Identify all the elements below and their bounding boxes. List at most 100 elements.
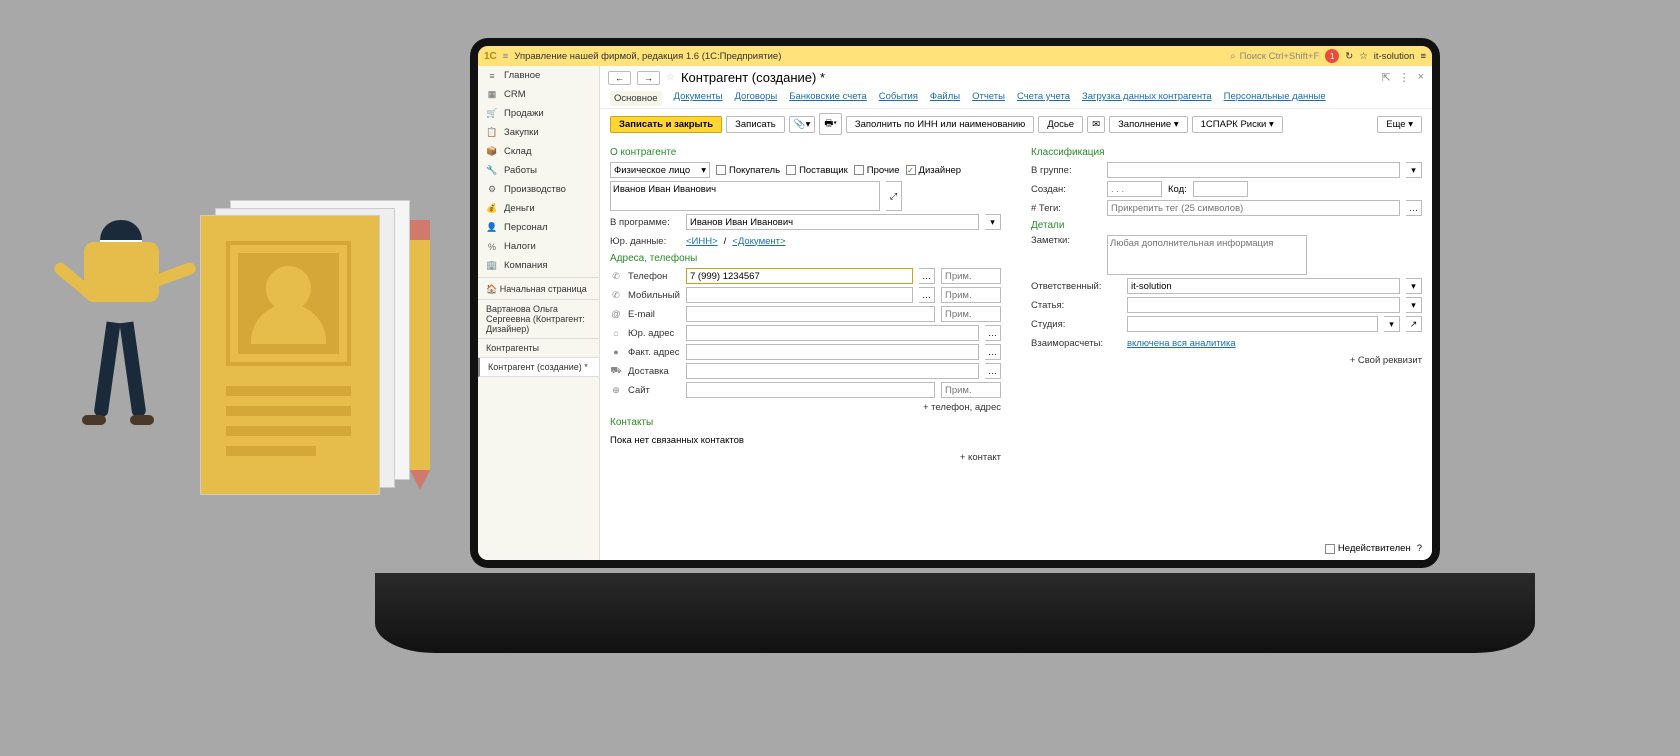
sidebar-item-purchases[interactable]: 📋Закупки [478, 123, 599, 142]
sidebar-item-personnel[interactable]: 👤Персонал [478, 218, 599, 237]
sidebar-item-warehouse[interactable]: 📦Склад [478, 142, 599, 161]
supplier-checkbox[interactable]: Поставщик [786, 165, 848, 176]
tags-more-icon[interactable]: … [1406, 200, 1422, 216]
studio-dropdown-icon[interactable]: ▾ [1384, 316, 1400, 332]
search-icon[interactable]: ⌕ [1230, 51, 1235, 62]
clipboard-icon: 📋 [486, 127, 498, 138]
delivery-field[interactable] [686, 363, 979, 379]
sidebar-item-sales[interactable]: 🛒Продажи [478, 104, 599, 123]
add-contact-link[interactable]: + контакт [610, 452, 1001, 463]
mail-button[interactable]: ✉ [1087, 116, 1105, 133]
dropdown-icon[interactable]: ▾ [985, 214, 1001, 230]
mobile-note[interactable] [941, 287, 1001, 303]
star-icon[interactable]: ☆ [1359, 51, 1368, 62]
nav-back-button[interactable]: ← [608, 71, 631, 85]
responsible-field[interactable] [1127, 278, 1400, 294]
spark-button[interactable]: 1СПАРК Риски ▾ [1192, 116, 1283, 133]
help-icon[interactable]: ? [1417, 543, 1422, 554]
sidebar-item-main[interactable]: ≡Главное [478, 66, 599, 85]
sidebar-tab-contractors[interactable]: Контрагенты [478, 339, 599, 358]
type-select[interactable]: Физическое лицо▾ [610, 162, 710, 178]
add-phone-link[interactable]: + телефон, адрес [610, 402, 1001, 413]
print-button[interactable]: 🖶▾ [819, 113, 841, 135]
user-label[interactable]: it-solution [1374, 51, 1415, 62]
menu-icon[interactable]: ≡ [1420, 51, 1426, 62]
legal-addr-more-icon[interactable]: … [985, 325, 1001, 341]
sidebar-item-crm[interactable]: ▦CRM [478, 85, 599, 104]
tab-main[interactable]: Основное [610, 91, 662, 106]
email-field[interactable] [686, 306, 935, 322]
responsible-dropdown-icon[interactable]: ▾ [1406, 278, 1422, 294]
doc-link[interactable]: <Документ> [732, 236, 785, 247]
save-button[interactable]: Записать [726, 116, 785, 133]
fact-addr-more-icon[interactable]: … [985, 344, 1001, 360]
inn-link[interactable]: <ИНН> [686, 236, 718, 247]
notification-badge[interactable]: 1 [1325, 49, 1339, 63]
tab-documents[interactable]: Документы [674, 91, 723, 106]
fill-button[interactable]: Заполнение ▾ [1109, 116, 1188, 133]
tab-bank[interactable]: Банковские счета [789, 91, 866, 106]
site-label: Сайт [628, 385, 680, 396]
sidebar-item-taxes[interactable]: %Налоги [478, 237, 599, 256]
invalid-checkbox[interactable]: Недействителен [1325, 543, 1411, 554]
studio-field[interactable] [1127, 316, 1378, 332]
attach-button[interactable]: 📎▾ [789, 116, 816, 133]
star-icon[interactable]: ☆ [666, 72, 675, 83]
tab-contracts[interactable]: Договоры [735, 91, 778, 106]
buyer-checkbox[interactable]: Покупатель [716, 165, 780, 176]
site-field[interactable] [686, 382, 935, 398]
phone-more-icon[interactable]: … [919, 268, 935, 284]
sidebar-item-works[interactable]: 🔧Работы [478, 161, 599, 180]
phone-note[interactable] [941, 268, 1001, 284]
more-button[interactable]: Еще ▾ [1377, 116, 1422, 133]
sidebar-tab-contractor1[interactable]: Вартанова Ольга Сергеевна (Контрагент: Д… [478, 300, 599, 339]
settlements-link[interactable]: включена вся аналитика [1127, 338, 1236, 349]
designer-checkbox[interactable]: Дизайнер [906, 165, 962, 176]
fact-addr-field[interactable] [686, 344, 979, 360]
dossier-button[interactable]: Досье [1038, 116, 1083, 133]
search-placeholder[interactable]: Поиск Ctrl+Shift+F [1240, 51, 1320, 62]
tab-accounts[interactable]: Счета учета [1017, 91, 1070, 106]
link-icon[interactable]: ⇱ [1381, 71, 1390, 84]
tab-personal[interactable]: Персональные данные [1224, 91, 1326, 106]
nav-forward-button[interactable]: → [637, 71, 660, 85]
sidebar-item-company[interactable]: 🏢Компания [478, 256, 599, 275]
hamburger-icon[interactable]: ≡ [503, 51, 509, 62]
email-note[interactable] [941, 306, 1001, 322]
in-program-field[interactable] [686, 214, 979, 230]
tags-field[interactable] [1107, 200, 1400, 216]
created-field[interactable] [1107, 181, 1162, 197]
tab-load[interactable]: Загрузка данных контрагента [1082, 91, 1212, 106]
sidebar-tab-home[interactable]: 🏠 Начальная страница [478, 280, 599, 300]
status-field[interactable] [1127, 297, 1400, 313]
close-icon[interactable]: × [1418, 71, 1424, 84]
history-icon[interactable]: ↻ [1345, 51, 1353, 62]
add-requisite-link[interactable]: + Свой реквизит [1031, 355, 1422, 366]
notes-field[interactable] [1107, 235, 1307, 275]
expand-icon[interactable]: ⤢ [886, 181, 902, 211]
legal-addr-field[interactable] [686, 325, 979, 341]
phone-field[interactable] [686, 268, 913, 284]
tab-events[interactable]: События [879, 91, 918, 106]
mobile-more-icon[interactable]: … [919, 287, 935, 303]
other-checkbox[interactable]: Прочие [854, 165, 900, 176]
legal-label: Юр. данные: [610, 236, 680, 247]
name-field[interactable]: Иванов Иван Иванович [610, 181, 880, 211]
sidebar-tab-create[interactable]: Контрагент (создание) * [478, 358, 599, 377]
fill-inn-button[interactable]: Заполнить по ИНН или наименованию [846, 116, 1034, 133]
sidebar-item-production[interactable]: ⚙Производство [478, 180, 599, 199]
mobile-field[interactable] [686, 287, 913, 303]
studio-open-icon[interactable]: ↗ [1406, 316, 1422, 332]
sidebar-item-money[interactable]: 💰Деньги [478, 199, 599, 218]
group-dropdown-icon[interactable]: ▾ [1406, 162, 1422, 178]
status-dropdown-icon[interactable]: ▾ [1406, 297, 1422, 313]
tab-files[interactable]: Файлы [930, 91, 960, 106]
code-field[interactable] [1193, 181, 1248, 197]
tab-reports[interactable]: Отчеты [972, 91, 1005, 106]
more-icon[interactable]: ⋮ [1399, 71, 1410, 84]
phone-label: Телефон [628, 271, 680, 282]
site-note[interactable] [941, 382, 1001, 398]
delivery-more-icon[interactable]: … [985, 363, 1001, 379]
group-field[interactable] [1107, 162, 1400, 178]
save-close-button[interactable]: Записать и закрыть [610, 116, 722, 133]
